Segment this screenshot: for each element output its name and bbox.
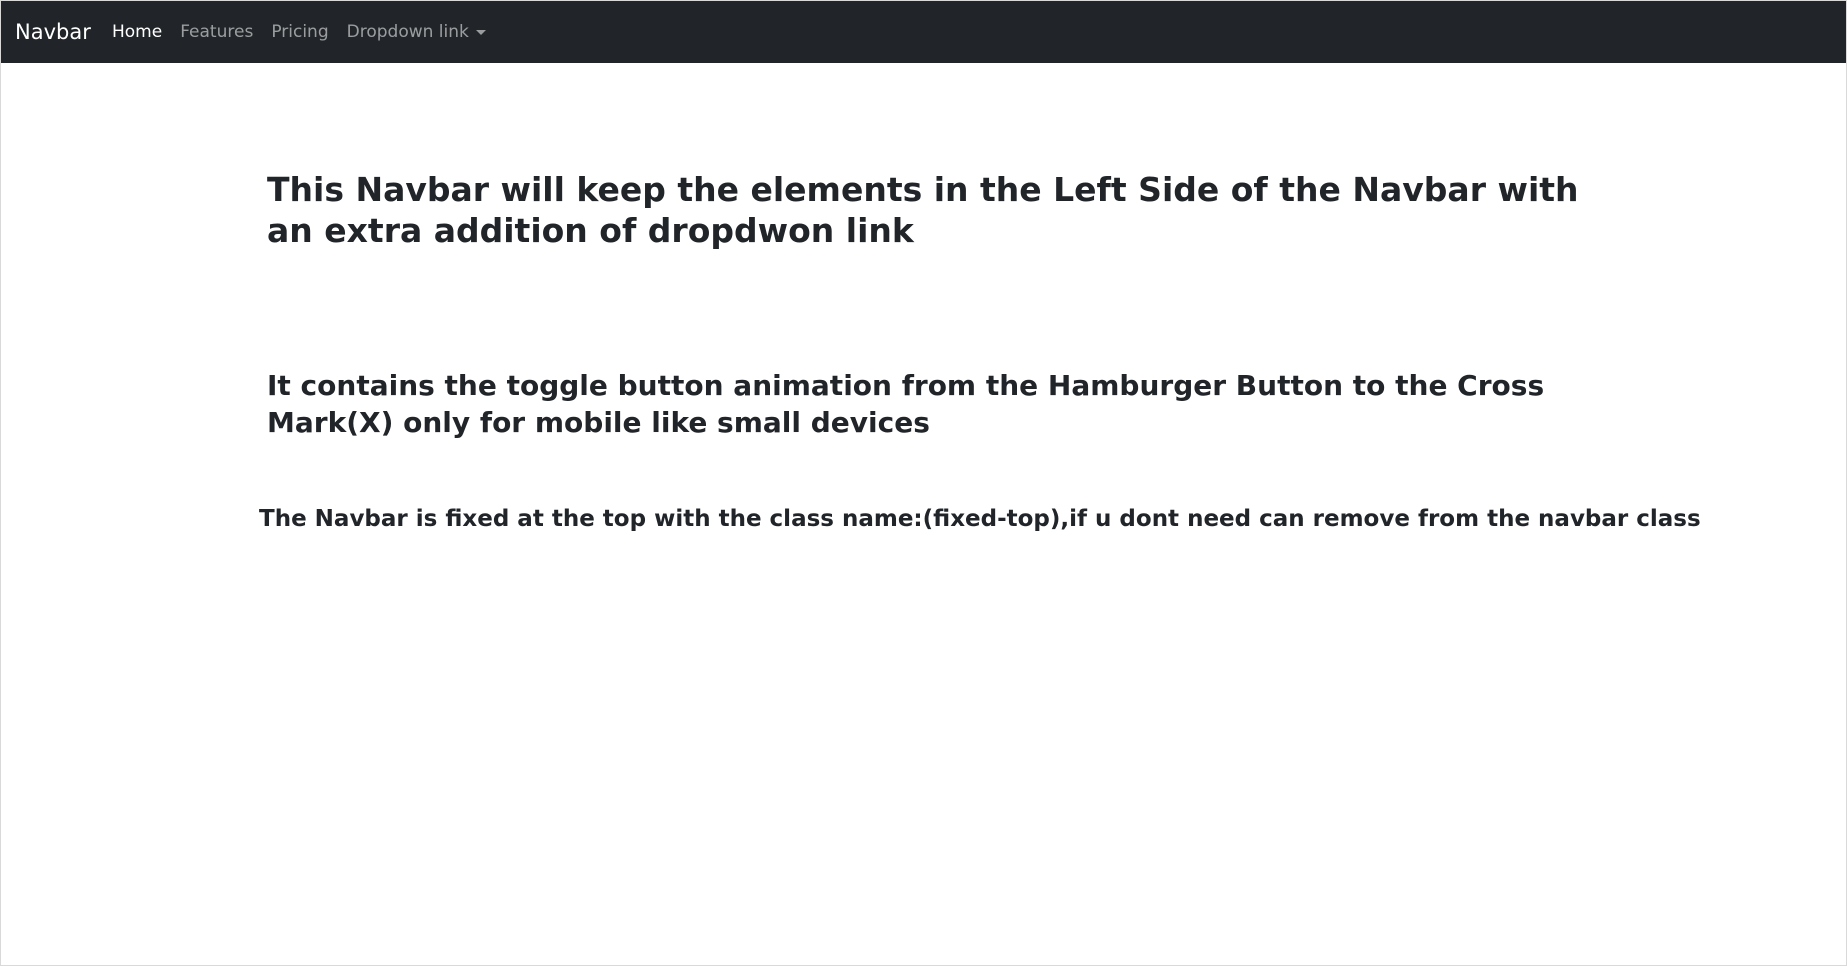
page: Navbar Home Features Pricing Dropdown li… xyxy=(0,0,1847,966)
nav-item-dropdown: Dropdown link xyxy=(338,21,495,43)
navbar-links: Home Features Pricing Dropdown link xyxy=(103,21,495,43)
nav-link-pricing[interactable]: Pricing xyxy=(262,21,337,43)
nav-item-pricing: Pricing xyxy=(262,21,337,43)
nav-link-home[interactable]: Home xyxy=(103,21,171,43)
nav-link-features[interactable]: Features xyxy=(171,21,262,43)
primary-heading: This Navbar will keep the elements in th… xyxy=(267,170,1579,250)
secondary-heading: It contains the toggle button animation … xyxy=(267,369,1545,439)
nav-link-dropdown[interactable]: Dropdown link xyxy=(338,21,495,43)
nav-item-home: Home xyxy=(103,21,171,43)
top-navbar: Navbar Home Features Pricing Dropdown li… xyxy=(1,1,1846,63)
fixed-top-note: The Navbar is fixed at the top with the … xyxy=(259,506,1701,532)
nav-item-features: Features xyxy=(171,21,262,43)
navbar-brand[interactable]: Navbar xyxy=(15,18,91,46)
caret-down-icon xyxy=(475,29,486,35)
dropdown-link-label: Dropdown link xyxy=(346,22,469,42)
